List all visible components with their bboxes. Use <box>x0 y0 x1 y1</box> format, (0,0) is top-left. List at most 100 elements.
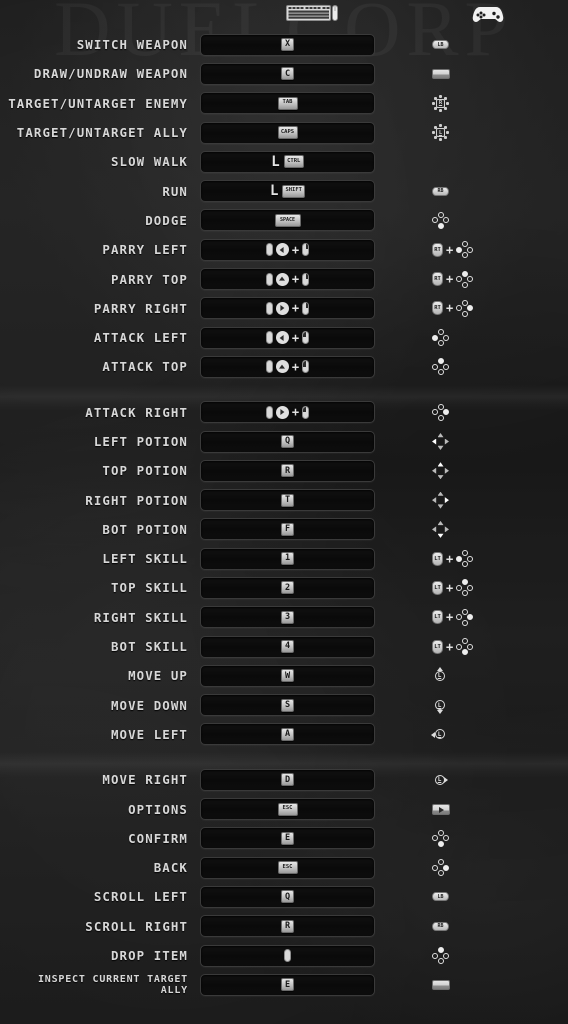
gamepad-binding[interactable]: RT + <box>397 299 547 317</box>
keybind-slot[interactable]: C <box>200 62 375 85</box>
gamepad-binding[interactable]: RT + <box>397 241 547 259</box>
gamepad-binding[interactable] <box>397 68 547 79</box>
gamepad-binding[interactable] <box>397 829 547 847</box>
keybind-slot[interactable]: SPACE <box>200 209 375 232</box>
mouse-direction-icon <box>275 405 289 419</box>
gamepad-binding[interactable] <box>397 859 547 877</box>
keybinding-row[interactable]: MOVE DOWN S L <box>0 691 568 720</box>
gamepad-binding[interactable]: RB <box>397 186 547 196</box>
keybind-slot[interactable]: ESC <box>200 856 375 879</box>
keybind-slot[interactable]: R <box>200 915 375 938</box>
gamepad-binding[interactable]: R <box>397 94 547 112</box>
keybind-slot[interactable]: 2 <box>200 576 375 599</box>
gamepad-binding[interactable] <box>397 520 547 538</box>
keybinding-row[interactable]: SLOW WALK L CTRL <box>0 147 568 176</box>
keybind-slot[interactable]: + <box>200 238 375 261</box>
gamepad-binding[interactable] <box>397 433 547 450</box>
keybind-slot[interactable]: + <box>200 326 375 349</box>
keybinding-row[interactable]: RUN L SHIFT RB <box>0 176 568 205</box>
keybinding-row[interactable]: TARGET/UNTARGET ALLY CAPS L <box>0 118 568 147</box>
keybind-slot[interactable]: TAB <box>200 92 375 115</box>
gamepad-binding[interactable]: L <box>397 772 547 787</box>
keybind-slot[interactable]: S <box>200 694 375 717</box>
keybinding-row[interactable]: ATTACK RIGHT + <box>0 398 568 427</box>
keybind-slot[interactable]: D <box>200 768 375 791</box>
keybinding-row[interactable]: BOT SKILL 4 LT + <box>0 632 568 661</box>
keybind-slot[interactable]: + <box>200 297 375 320</box>
keybinding-row[interactable]: TOP POTION R <box>0 456 568 485</box>
keybind-slot[interactable]: ESC <box>200 798 375 821</box>
keybinding-row[interactable]: OPTIONS ESC <box>0 794 568 823</box>
gamepad-binding[interactable]: LT + <box>397 579 547 597</box>
gamepad-binding[interactable] <box>397 403 547 421</box>
keybind-slot[interactable]: W <box>200 664 375 687</box>
keybinding-row[interactable]: TOP SKILL 2 LT + <box>0 573 568 602</box>
keybind-slot[interactable]: 4 <box>200 635 375 658</box>
keybind-slot[interactable]: A <box>200 723 375 746</box>
gamepad-binding[interactable]: LT + <box>397 550 547 568</box>
gamepad-binding[interactable] <box>397 947 547 965</box>
keybind-slot[interactable]: + <box>200 268 375 291</box>
keybinding-row[interactable]: BOT POTION F <box>0 515 568 544</box>
gamepad-binding[interactable]: LT + <box>397 638 547 656</box>
keybinding-row[interactable]: LEFT POTION Q <box>0 427 568 456</box>
keybind-slot[interactable]: Q <box>200 885 375 908</box>
keybind-slot[interactable]: L CTRL <box>200 150 375 173</box>
keybind-slot[interactable]: X <box>200 33 375 56</box>
keybind-slot[interactable]: 1 <box>200 547 375 570</box>
gamepad-binding[interactable]: RT + <box>397 270 547 288</box>
keybinding-row[interactable]: ATTACK TOP + <box>0 352 568 381</box>
keybinding-row[interactable]: MOVE UP W L <box>0 661 568 690</box>
gamepad-binding[interactable]: LT + <box>397 608 547 626</box>
keybind-slot[interactable]: + <box>200 401 375 424</box>
keybinding-row[interactable]: BACK ESC <box>0 853 568 882</box>
keybinding-row[interactable]: PARRY LEFT + RT + <box>0 235 568 264</box>
keybinding-row[interactable]: SCROLL LEFT Q LB <box>0 882 568 911</box>
keybinding-row[interactable]: RIGHT SKILL 3 LT + <box>0 603 568 632</box>
gamepad-binding[interactable]: L <box>397 727 547 742</box>
keybind-slot[interactable]: T <box>200 489 375 512</box>
keybind-slot[interactable]: + <box>200 355 375 378</box>
gamepad-binding[interactable]: L <box>397 667 547 683</box>
left-modifier-label: L <box>271 153 280 170</box>
keybind-slot[interactable]: Q <box>200 430 375 453</box>
keybind-slot[interactable]: 3 <box>200 606 375 629</box>
gamepad-binding[interactable]: LB <box>397 40 547 50</box>
keybinding-row[interactable]: PARRY TOP + RT + <box>0 264 568 293</box>
keybinding-row[interactable]: MOVE RIGHT D L <box>0 765 568 794</box>
gamepad-binding[interactable] <box>397 491 547 509</box>
keybinding-row[interactable]: DROP ITEM <box>0 941 568 970</box>
keybinding-row[interactable]: SCROLL RIGHT R RB <box>0 912 568 941</box>
gamepad-binding[interactable] <box>397 211 547 229</box>
action-label: ATTACK LEFT <box>93 330 188 346</box>
gamepad-binding[interactable] <box>397 329 547 347</box>
keybind-slot[interactable]: L SHIFT <box>200 180 375 203</box>
keybinding-row[interactable]: RIGHT POTION T <box>0 485 568 514</box>
keybind-slot[interactable]: CAPS <box>200 121 375 144</box>
plus-separator: + <box>446 242 454 257</box>
keybinding-row[interactable]: MOVE LEFT A L <box>0 720 568 749</box>
gamepad-binding[interactable]: L <box>397 698 547 714</box>
gamepad-binding[interactable]: RB <box>397 921 547 931</box>
keybinding-row[interactable]: DODGE SPACE <box>0 206 568 235</box>
keybinding-row[interactable]: INSPECT CURRENT TARGET ALLY E <box>0 970 568 999</box>
keybind-slot[interactable] <box>200 944 375 967</box>
gamepad-binding[interactable]: LB <box>397 892 547 902</box>
gamepad-binding[interactable]: L <box>397 123 547 142</box>
keybinding-row[interactable]: CONFIRM E <box>0 824 568 853</box>
gamepad-binding[interactable] <box>397 358 547 376</box>
keybinding-row[interactable]: PARRY RIGHT + RT + <box>0 294 568 323</box>
gamepad-binding[interactable] <box>397 803 547 815</box>
keybind-slot[interactable]: E <box>200 973 375 996</box>
gamepad-binding[interactable] <box>397 462 547 480</box>
keybinding-row[interactable]: TARGET/UNTARGET ENEMY TAB R <box>0 89 568 118</box>
keybinding-row[interactable]: SWITCH WEAPON X LB <box>0 30 568 59</box>
gamepad-binding[interactable] <box>397 979 547 990</box>
keybind-slot[interactable]: F <box>200 518 375 541</box>
keybinding-row[interactable]: ATTACK LEFT + <box>0 323 568 352</box>
keybinding-row[interactable]: LEFT SKILL 1 LT + <box>0 544 568 573</box>
keybind-slot[interactable]: R <box>200 459 375 482</box>
keybinding-row[interactable]: DRAW/UNDRAW WEAPON C <box>0 59 568 88</box>
keybind-slot[interactable]: E <box>200 827 375 850</box>
keycap: Q <box>281 435 294 448</box>
